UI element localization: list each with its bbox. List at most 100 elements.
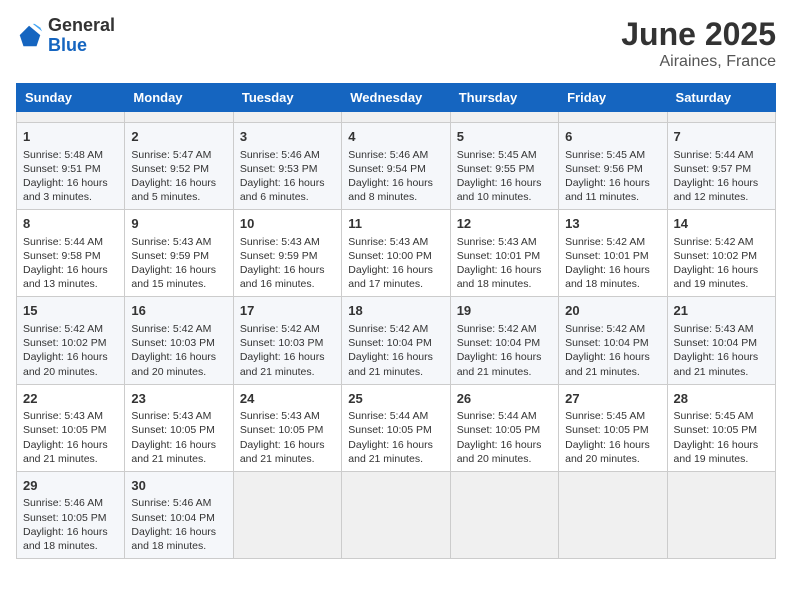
- day-info: Daylight: 16 hours: [674, 350, 769, 364]
- day-info: and 21 minutes.: [23, 452, 118, 466]
- calendar-cell: 5Sunrise: 5:45 AMSunset: 9:55 PMDaylight…: [450, 123, 558, 210]
- calendar-cell: 22Sunrise: 5:43 AMSunset: 10:05 PMDaylig…: [17, 384, 125, 471]
- day-number: 18: [348, 302, 443, 320]
- day-info: Daylight: 16 hours: [565, 176, 660, 190]
- logo: General Blue: [16, 16, 115, 56]
- day-info: Daylight: 16 hours: [240, 438, 335, 452]
- day-number: 9: [131, 215, 226, 233]
- calendar-cell: 1Sunrise: 5:48 AMSunset: 9:51 PMDaylight…: [17, 123, 125, 210]
- day-number: 15: [23, 302, 118, 320]
- day-info: and 5 minutes.: [131, 190, 226, 204]
- day-info: and 21 minutes.: [240, 452, 335, 466]
- calendar-cell: [450, 471, 558, 558]
- day-info: Daylight: 16 hours: [23, 176, 118, 190]
- day-number: 10: [240, 215, 335, 233]
- day-info: Sunset: 10:04 PM: [457, 336, 552, 350]
- calendar-subtitle: Airaines, France: [621, 53, 776, 71]
- weekday-header: Sunday: [17, 84, 125, 112]
- day-info: and 11 minutes.: [565, 190, 660, 204]
- calendar-cell: 27Sunrise: 5:45 AMSunset: 10:05 PMDaylig…: [559, 384, 667, 471]
- calendar-week-row: 15Sunrise: 5:42 AMSunset: 10:02 PMDaylig…: [17, 297, 776, 384]
- calendar-cell: 26Sunrise: 5:44 AMSunset: 10:05 PMDaylig…: [450, 384, 558, 471]
- calendar-title: June 2025: [621, 16, 776, 53]
- calendar-week-row: 29Sunrise: 5:46 AMSunset: 10:05 PMDaylig…: [17, 471, 776, 558]
- day-number: 23: [131, 390, 226, 408]
- day-info: Sunset: 10:02 PM: [674, 249, 769, 263]
- day-info: and 13 minutes.: [23, 277, 118, 291]
- day-info: Sunrise: 5:42 AM: [131, 322, 226, 336]
- day-number: 5: [457, 128, 552, 146]
- day-info: Daylight: 16 hours: [565, 263, 660, 277]
- calendar-cell: [125, 112, 233, 123]
- day-info: and 19 minutes.: [674, 277, 769, 291]
- day-info: Sunset: 9:55 PM: [457, 162, 552, 176]
- day-info: and 6 minutes.: [240, 190, 335, 204]
- weekday-header: Wednesday: [342, 84, 450, 112]
- day-info: Daylight: 16 hours: [348, 350, 443, 364]
- day-info: and 21 minutes.: [348, 365, 443, 379]
- day-info: and 21 minutes.: [674, 365, 769, 379]
- day-info: and 20 minutes.: [131, 365, 226, 379]
- day-info: Daylight: 16 hours: [674, 176, 769, 190]
- day-info: Sunrise: 5:43 AM: [240, 409, 335, 423]
- day-info: and 21 minutes.: [457, 365, 552, 379]
- day-info: Daylight: 16 hours: [457, 350, 552, 364]
- day-info: Sunset: 10:05 PM: [457, 423, 552, 437]
- day-info: Daylight: 16 hours: [674, 438, 769, 452]
- day-number: 11: [348, 215, 443, 233]
- day-info: Sunset: 9:52 PM: [131, 162, 226, 176]
- logo-general-text: General: [48, 16, 115, 36]
- day-info: Sunrise: 5:42 AM: [565, 322, 660, 336]
- title-block: June 2025 Airaines, France: [621, 16, 776, 71]
- calendar-cell: 13Sunrise: 5:42 AMSunset: 10:01 PMDaylig…: [559, 210, 667, 297]
- day-info: Sunrise: 5:45 AM: [565, 148, 660, 162]
- day-info: and 18 minutes.: [457, 277, 552, 291]
- day-number: 20: [565, 302, 660, 320]
- day-info: Daylight: 16 hours: [565, 438, 660, 452]
- day-info: and 18 minutes.: [565, 277, 660, 291]
- day-info: Sunrise: 5:42 AM: [565, 235, 660, 249]
- day-number: 3: [240, 128, 335, 146]
- day-number: 1: [23, 128, 118, 146]
- day-info: Daylight: 16 hours: [131, 438, 226, 452]
- day-info: Sunrise: 5:42 AM: [240, 322, 335, 336]
- calendar-week-row: 1Sunrise: 5:48 AMSunset: 9:51 PMDaylight…: [17, 123, 776, 210]
- day-info: Sunrise: 5:46 AM: [240, 148, 335, 162]
- day-info: and 12 minutes.: [674, 190, 769, 204]
- day-info: Sunrise: 5:43 AM: [240, 235, 335, 249]
- day-info: Sunrise: 5:45 AM: [674, 409, 769, 423]
- day-info: Daylight: 16 hours: [131, 350, 226, 364]
- day-info: and 8 minutes.: [348, 190, 443, 204]
- day-info: Sunrise: 5:43 AM: [131, 409, 226, 423]
- calendar-cell: 28Sunrise: 5:45 AMSunset: 10:05 PMDaylig…: [667, 384, 775, 471]
- calendar-cell: [667, 471, 775, 558]
- weekday-header: Saturday: [667, 84, 775, 112]
- day-info: Sunset: 10:05 PM: [23, 423, 118, 437]
- calendar-cell: 17Sunrise: 5:42 AMSunset: 10:03 PMDaylig…: [233, 297, 341, 384]
- day-info: Sunset: 10:05 PM: [131, 423, 226, 437]
- day-info: Sunrise: 5:48 AM: [23, 148, 118, 162]
- day-info: Sunrise: 5:42 AM: [348, 322, 443, 336]
- calendar-cell: [450, 112, 558, 123]
- weekday-header: Monday: [125, 84, 233, 112]
- day-number: 16: [131, 302, 226, 320]
- day-info: Sunset: 10:05 PM: [674, 423, 769, 437]
- calendar-cell: 21Sunrise: 5:43 AMSunset: 10:04 PMDaylig…: [667, 297, 775, 384]
- day-info: and 17 minutes.: [348, 277, 443, 291]
- day-info: Sunset: 9:57 PM: [674, 162, 769, 176]
- calendar-cell: [342, 471, 450, 558]
- day-info: Sunset: 10:04 PM: [131, 511, 226, 525]
- calendar-cell: [233, 471, 341, 558]
- day-info: Sunset: 9:58 PM: [23, 249, 118, 263]
- calendar-cell: 12Sunrise: 5:43 AMSunset: 10:01 PMDaylig…: [450, 210, 558, 297]
- calendar-cell: 23Sunrise: 5:43 AMSunset: 10:05 PMDaylig…: [125, 384, 233, 471]
- day-info: Sunrise: 5:46 AM: [23, 496, 118, 510]
- day-number: 17: [240, 302, 335, 320]
- day-info: and 16 minutes.: [240, 277, 335, 291]
- day-number: 22: [23, 390, 118, 408]
- calendar-cell: 19Sunrise: 5:42 AMSunset: 10:04 PMDaylig…: [450, 297, 558, 384]
- day-info: and 21 minutes.: [565, 365, 660, 379]
- day-info: Daylight: 16 hours: [457, 438, 552, 452]
- day-info: Sunset: 9:59 PM: [240, 249, 335, 263]
- day-info: Daylight: 16 hours: [23, 525, 118, 539]
